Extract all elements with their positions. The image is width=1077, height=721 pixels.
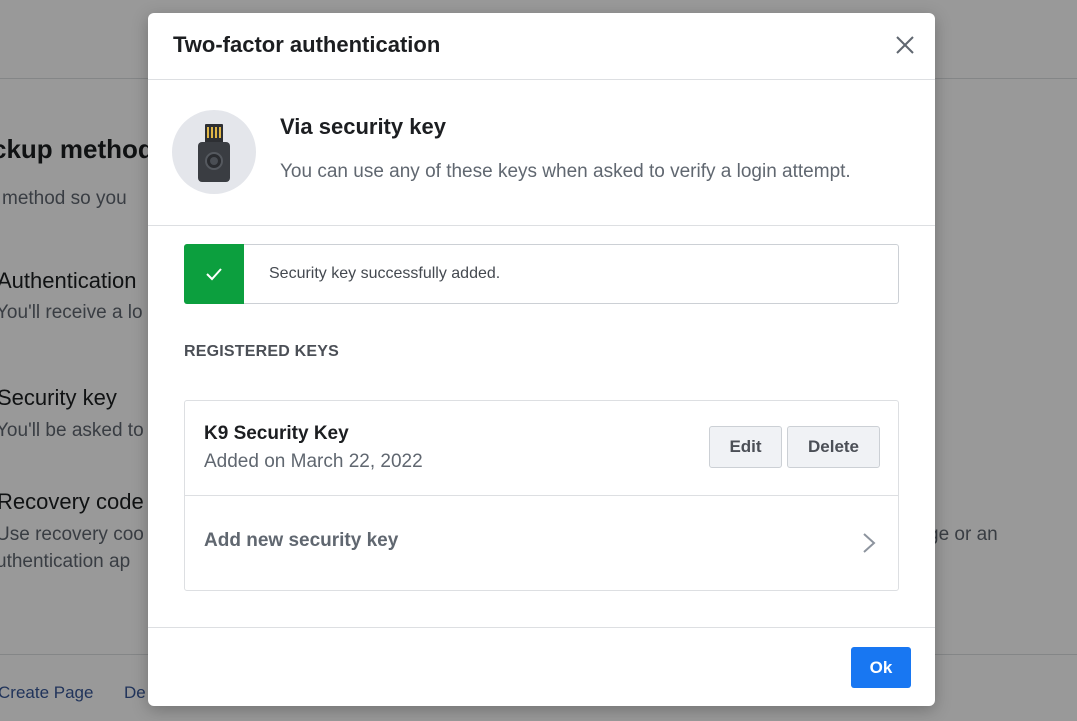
add-security-key-row[interactable]: Add new security key [185,496,898,590]
key-added-date: Added on March 22, 2022 [204,451,423,472]
add-security-key-label: Add new security key [204,530,399,551]
success-banner: Security key successfully added. [184,244,899,304]
security-key-icon [172,110,256,194]
checkmark-icon [184,244,244,304]
dialog-title: Two-factor authentication [173,32,441,57]
ok-button[interactable]: Ok [851,647,911,688]
edit-button[interactable]: Edit [709,426,782,468]
intro-title: Via security key [280,114,446,139]
dialog-header: Two-factor authentication [148,13,935,80]
intro-description: You can use any of these keys when asked… [280,161,851,182]
close-button[interactable] [892,32,918,58]
registered-keys-list: K9 Security Key Added on March 22, 2022 … [184,400,899,591]
close-icon [896,36,914,54]
two-factor-dialog: Two-factor authentication Via security k… [148,13,935,706]
chevron-right-icon [863,533,876,553]
security-key-intro: Via security key You can use any of thes… [148,80,935,226]
key-name: K9 Security Key [204,423,349,444]
dialog-footer: Ok [148,627,935,706]
list-item: K9 Security Key Added on March 22, 2022 … [185,401,898,496]
delete-button[interactable]: Delete [787,426,880,468]
success-message: Security key successfully added. [269,265,501,282]
registered-keys-label: REGISTERED KEYS [184,343,340,360]
